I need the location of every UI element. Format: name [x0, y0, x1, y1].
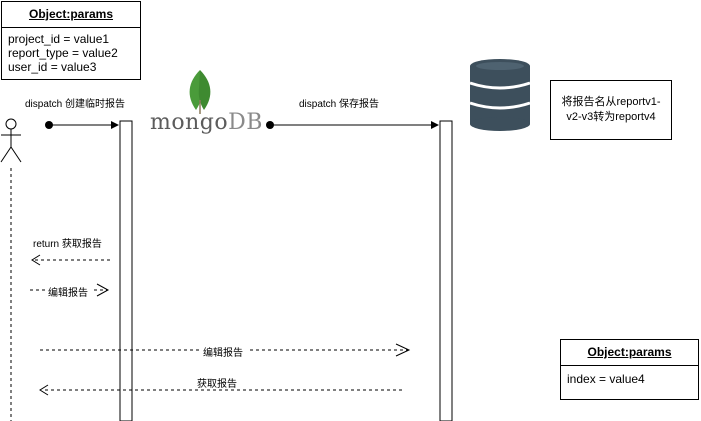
message-label-edit-2: 编辑报告 — [203, 348, 243, 359]
mongodb-logo: mongoDB — [150, 110, 263, 135]
param-line: project_id = value1 — [8, 32, 110, 46]
object-title: Object:params — [2, 2, 140, 28]
actor-icon — [0, 118, 22, 163]
message-label-dispatch-save: dispatch 保存报告 — [299, 99, 380, 110]
message-label-edit-1: 编辑报告 — [48, 288, 88, 299]
param-line: report_type = value2 — [8, 46, 118, 60]
param-line: user_id = value3 — [8, 60, 97, 74]
database-icon — [469, 59, 531, 131]
rename-note: 将报告名从reportv1- v2-v3转为reportv4 — [550, 80, 672, 140]
activation-bar-right — [439, 120, 453, 421]
note-line: 将报告名从reportv1- — [561, 96, 661, 108]
object-body: index = value4 — [561, 366, 698, 390]
message-label-get: 获取报告 — [197, 379, 237, 390]
mongodb-leaf-icon — [189, 70, 211, 114]
object-params-bottom: Object:params index = value4 — [560, 339, 699, 400]
mongodb-logo-db: DB — [228, 110, 263, 135]
activation-bar-left — [119, 120, 133, 421]
message-label-return-get: return 获取报告 — [33, 239, 102, 250]
object-title: Object:params — [561, 340, 698, 366]
param-line: index = value4 — [567, 372, 645, 386]
mongodb-logo-mongo: mongo — [150, 110, 229, 135]
message-label-dispatch-create: dispatch 创建临时报告 — [25, 99, 126, 110]
object-params-top: Object:params project_id = value1 report… — [1, 1, 141, 80]
note-line: v2-v3转为reportv4 — [566, 111, 656, 123]
object-body: project_id = value1 report_type = value2… — [2, 28, 140, 78]
